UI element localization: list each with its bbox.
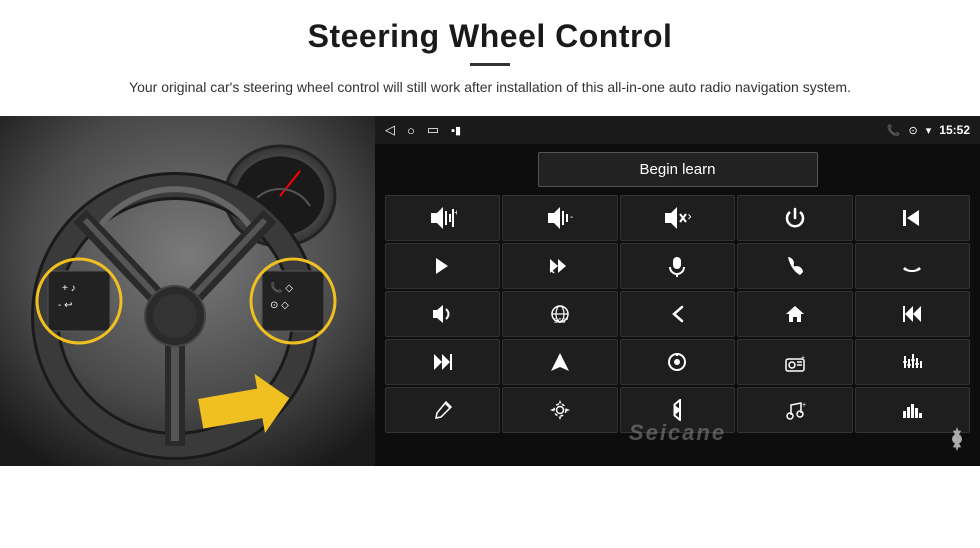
fast-forward-button[interactable] xyxy=(502,243,617,289)
subtitle: Your original car's steering wheel contr… xyxy=(110,76,870,98)
vol-up-button[interactable]: + xyxy=(385,195,500,241)
controls-grid: + - ✕ xyxy=(375,195,980,433)
navigate-button[interactable] xyxy=(502,339,617,385)
call-button[interactable] xyxy=(737,243,852,289)
status-bar-indicators: 📞 ⊙ ▾ 15:52 xyxy=(887,123,970,137)
location-status-icon: ⊙ xyxy=(909,124,918,137)
svg-text:⊙ ◇: ⊙ ◇ xyxy=(270,300,289,311)
skip-forward-button[interactable] xyxy=(385,339,500,385)
page-title: Steering Wheel Control xyxy=(60,18,920,55)
mute-button[interactable]: ✕ xyxy=(620,195,735,241)
phone-status-icon: 📞 xyxy=(887,124,901,137)
vol-down-button[interactable]: - xyxy=(502,195,617,241)
android-panel: ◁ ○ ▭ ▪▮ 📞 ⊙ ▾ 15:52 Begin learn xyxy=(375,116,980,466)
steering-image: + ♪ - ↩ 📞 ◇ ⊙ ◇ xyxy=(0,116,375,466)
screenshot-icon: ▪▮ xyxy=(451,124,461,137)
radio-button[interactable]: + xyxy=(737,339,852,385)
svg-text:-: - xyxy=(570,212,573,223)
settings-gear-icon[interactable] xyxy=(944,426,970,458)
rewind-button[interactable] xyxy=(855,291,970,337)
360-view-button[interactable]: 360° xyxy=(502,291,617,337)
power-button[interactable] xyxy=(737,195,852,241)
svg-text:+: + xyxy=(802,402,806,409)
svg-text:✕: ✕ xyxy=(687,212,691,222)
svg-text:360°: 360° xyxy=(554,317,569,325)
wifi-status-icon: ▾ xyxy=(926,124,932,137)
prev-track-button[interactable] xyxy=(855,195,970,241)
music-button[interactable]: + xyxy=(737,387,852,433)
hang-up-button[interactable] xyxy=(855,243,970,289)
title-divider xyxy=(470,63,510,66)
status-bar: ◁ ○ ▭ ▪▮ 📞 ⊙ ▾ 15:52 xyxy=(375,116,980,144)
begin-learn-button[interactable]: Begin learn xyxy=(538,152,818,187)
page-wrapper: Steering Wheel Control Your original car… xyxy=(0,0,980,548)
svg-text:📞 ◇: 📞 ◇ xyxy=(270,281,293,294)
home-nav-icon[interactable]: ○ xyxy=(407,123,415,138)
status-bar-nav: ◁ ○ ▭ ▪▮ xyxy=(385,122,461,138)
equalizer-button[interactable] xyxy=(855,339,970,385)
svg-text:+: + xyxy=(454,208,457,217)
watermark: Seicane xyxy=(629,420,726,446)
edit-button[interactable] xyxy=(385,387,500,433)
speaker-button[interactable] xyxy=(385,291,500,337)
back-nav-icon[interactable]: ◁ xyxy=(385,122,395,138)
begin-learn-row: Begin learn xyxy=(375,144,980,195)
home-button[interactable] xyxy=(737,291,852,337)
back-button[interactable] xyxy=(620,291,735,337)
svg-text:+: + xyxy=(801,355,805,362)
svg-text:- ↩: - ↩ xyxy=(58,300,73,311)
header-section: Steering Wheel Control Your original car… xyxy=(0,0,980,106)
content-section: + ♪ - ↩ 📞 ◇ ⊙ ◇ xyxy=(0,116,980,548)
recent-nav-icon[interactable]: ▭ xyxy=(427,122,439,138)
mic-button[interactable] xyxy=(620,243,735,289)
svg-text:+ ♪: + ♪ xyxy=(62,283,76,294)
clock: 15:52 xyxy=(939,123,970,137)
settings2-button[interactable] xyxy=(502,387,617,433)
next-button[interactable] xyxy=(385,243,500,289)
source-button[interactable] xyxy=(620,339,735,385)
